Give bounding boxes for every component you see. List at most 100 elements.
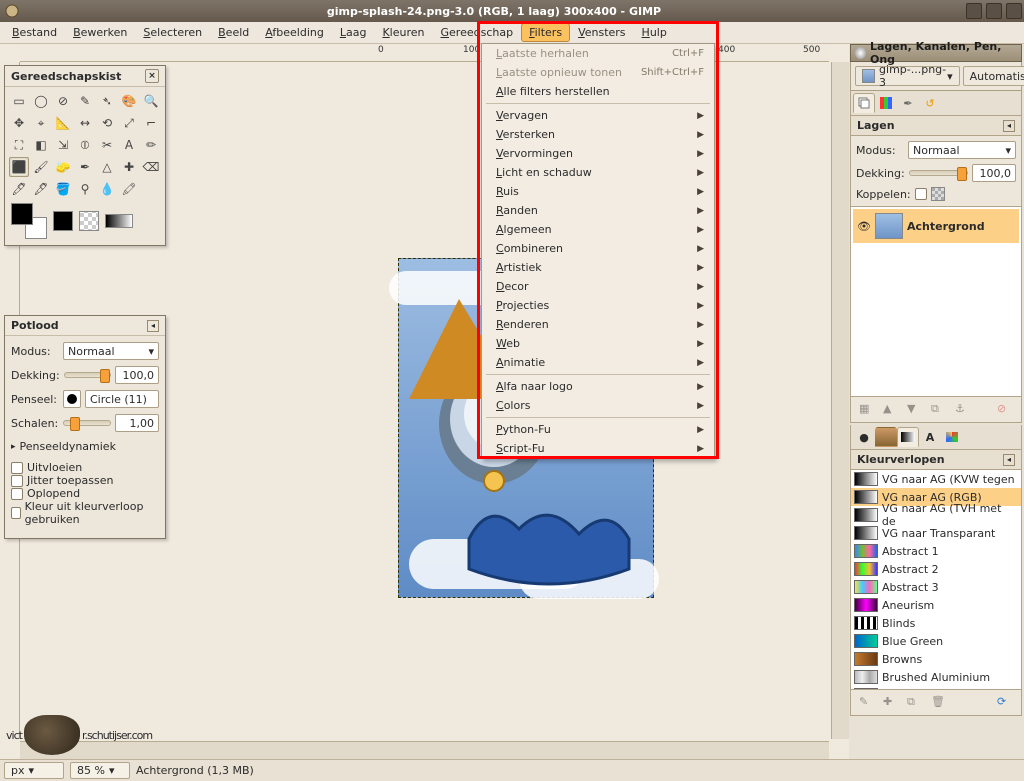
edit-gradient-icon[interactable]: ✎ <box>859 695 875 711</box>
layer-row[interactable]: 👁 Achtergrond <box>853 209 1019 243</box>
opacity-input[interactable]: 100,0 <box>115 366 159 384</box>
tool-28[interactable]: 🖊 <box>9 179 29 199</box>
tab-layers[interactable] <box>853 93 875 113</box>
menu-kleuren[interactable]: Kleuren <box>374 23 432 42</box>
layer-list[interactable]: 👁 Achtergrond <box>850 207 1022 397</box>
fg-bg-colors[interactable] <box>11 203 47 239</box>
new-gradient-icon[interactable]: ✚ <box>883 695 899 711</box>
menuitem-vervagen[interactable]: Vervagen▶ <box>482 106 714 125</box>
tool-8[interactable]: ⌖ <box>31 113 51 133</box>
tool-31[interactable]: ⚲ <box>75 179 95 199</box>
active-gradient-swatch[interactable] <box>105 214 133 228</box>
menu-beeld[interactable]: Beeld <box>210 23 257 42</box>
brush-dynamics-expander[interactable]: ▸ Penseeldynamiek <box>11 438 159 455</box>
menu-hulp[interactable]: Hulp <box>634 23 675 42</box>
menuitem-versterken[interactable]: Versterken▶ <box>482 125 714 144</box>
tool-29[interactable]: 🖋 <box>31 179 51 199</box>
menu-laag[interactable]: Laag <box>332 23 375 42</box>
panel-menu-icon[interactable]: ◂ <box>147 320 159 332</box>
lock-pixels-checkbox[interactable] <box>915 188 927 200</box>
unit-selector[interactable]: px▾ <box>4 762 64 779</box>
menu-gereedschap[interactable]: Gereedschap <box>433 23 522 42</box>
scale-input[interactable]: 1,00 <box>115 414 159 432</box>
new-layer-icon[interactable]: ▦ <box>859 402 875 418</box>
toolbox-title[interactable]: Gereedschapskist × <box>5 66 165 87</box>
tab-brushes[interactable]: ● <box>853 427 875 447</box>
gradient-abstract-[interactable]: Abstract 2 <box>851 560 1021 578</box>
mode-select[interactable]: Normaal▾ <box>63 342 159 360</box>
gradient-vg-naar-ag-tvh-met-de[interactable]: VG naar AG (TVH met de <box>851 506 1021 524</box>
menu-bestand[interactable]: Bestand <box>4 23 65 42</box>
panel-menu-icon[interactable]: ◂ <box>1003 120 1015 132</box>
menuitem-python-fu[interactable]: Python-Fu▶ <box>482 420 714 439</box>
menu-selecteren[interactable]: Selecteren <box>135 23 210 42</box>
tab-gradients[interactable] <box>897 427 919 447</box>
tool-23[interactable]: 🧽 <box>53 157 73 177</box>
menuitem-animatie[interactable]: Animatie▶ <box>482 353 714 372</box>
tool-10[interactable]: ↔ <box>75 113 95 133</box>
gradient-blue-green[interactable]: Blue Green <box>851 632 1021 650</box>
check-kleur-uit-kleurverloop-gebruiken[interactable]: Kleur uit kleurverloop gebruiken <box>11 500 159 526</box>
menuitem-vervormingen[interactable]: Vervormingen▶ <box>482 144 714 163</box>
menuitem-colors[interactable]: Colors▶ <box>482 396 714 415</box>
layeropacity-slider[interactable] <box>909 170 968 176</box>
close-icon[interactable]: × <box>145 69 159 83</box>
menuitem-ruis[interactable]: Ruis▶ <box>482 182 714 201</box>
gradient-blinds[interactable]: Blinds <box>851 614 1021 632</box>
tool-25[interactable]: △ <box>97 157 117 177</box>
tool-6[interactable]: 🔍 <box>141 91 161 111</box>
minimize-button[interactable] <box>966 3 982 19</box>
tab-undo[interactable]: ↺ <box>919 93 941 113</box>
menuitem-projecties[interactable]: Projecties▶ <box>482 296 714 315</box>
tool-7[interactable]: ✥ <box>9 113 29 133</box>
layeropacity-input[interactable]: 100,0 <box>972 164 1016 182</box>
fg-color-swatch[interactable] <box>11 203 33 225</box>
menuitem-alfa-naar-logo[interactable]: Alfa naar logo▶ <box>482 377 714 396</box>
tool-14[interactable]: ⛶ <box>9 135 29 155</box>
menu-vensters[interactable]: Vensters <box>570 23 633 42</box>
image-selector[interactable]: gimp-...png-3 ▾ <box>855 66 960 86</box>
menuitem-combineren[interactable]: Combineren▶ <box>482 239 714 258</box>
tool-1[interactable]: ◯ <box>31 91 51 111</box>
tool-3[interactable]: ✎ <box>75 91 95 111</box>
tool-24[interactable]: ✒ <box>75 157 95 177</box>
menu-afbeelding[interactable]: Afbeelding <box>257 23 332 42</box>
active-pattern-swatch[interactable] <box>79 211 99 231</box>
tool-22[interactable]: 🖌 <box>31 157 51 177</box>
gradient-list[interactable]: VG naar AG (KVW tegenVG naar AG (RGB)VG … <box>850 470 1022 690</box>
gradient-abstract-[interactable]: Abstract 1 <box>851 542 1021 560</box>
menuitem-alle-filters-herstellen[interactable]: Alle filters herstellen <box>482 82 714 101</box>
tool-12[interactable]: ⤢ <box>119 113 139 133</box>
zoom-selector[interactable]: 85 %▾ <box>70 762 130 779</box>
gradient-abstract-[interactable]: Abstract 3 <box>851 578 1021 596</box>
gradient-vg-naar-ag-kvw-tegen[interactable]: VG naar AG (KVW tegen <box>851 470 1021 488</box>
tool-30[interactable]: 🪣 <box>53 179 73 199</box>
delete-layer-icon[interactable]: ⊘ <box>997 402 1013 418</box>
menu-bewerken[interactable]: Bewerken <box>65 23 135 42</box>
scrollbar-vertical[interactable] <box>831 62 849 739</box>
duplicate-layer-icon[interactable]: ⧉ <box>931 402 947 418</box>
tab-channels[interactable] <box>875 93 897 113</box>
tab-fonts[interactable]: A <box>919 427 941 447</box>
check-jitter-toepassen[interactable]: Jitter toepassen <box>11 474 159 487</box>
tab-patterns[interactable] <box>875 427 897 447</box>
tool-21[interactable]: ⬛ <box>9 157 29 177</box>
tool-27[interactable]: ⌫ <box>141 157 161 177</box>
tool-15[interactable]: ◧ <box>31 135 51 155</box>
menuitem-web[interactable]: Web▶ <box>482 334 714 353</box>
active-brush-swatch[interactable] <box>53 211 73 231</box>
tool-0[interactable]: ▭ <box>9 91 29 111</box>
auto-button[interactable]: Automatisch <box>963 66 1024 86</box>
panel-menu-icon[interactable]: ◂ <box>1003 454 1015 466</box>
tool-4[interactable]: ➴ <box>97 91 117 111</box>
brush-select[interactable]: Circle (11) <box>85 390 159 408</box>
close-button[interactable] <box>1006 3 1022 19</box>
tool-33[interactable]: 🖍 <box>119 179 139 199</box>
menuitem-artistiek[interactable]: Artistiek▶ <box>482 258 714 277</box>
lock-alpha-checkbox[interactable] <box>931 187 945 201</box>
tool-5[interactable]: 🎨 <box>119 91 139 111</box>
layer-name[interactable]: Achtergrond <box>907 220 985 233</box>
maximize-button[interactable] <box>986 3 1002 19</box>
menu-filters[interactable]: Filters <box>521 23 570 42</box>
dock-titlebar[interactable]: Lagen, Kanalen, Pen, Ong <box>850 44 1022 62</box>
